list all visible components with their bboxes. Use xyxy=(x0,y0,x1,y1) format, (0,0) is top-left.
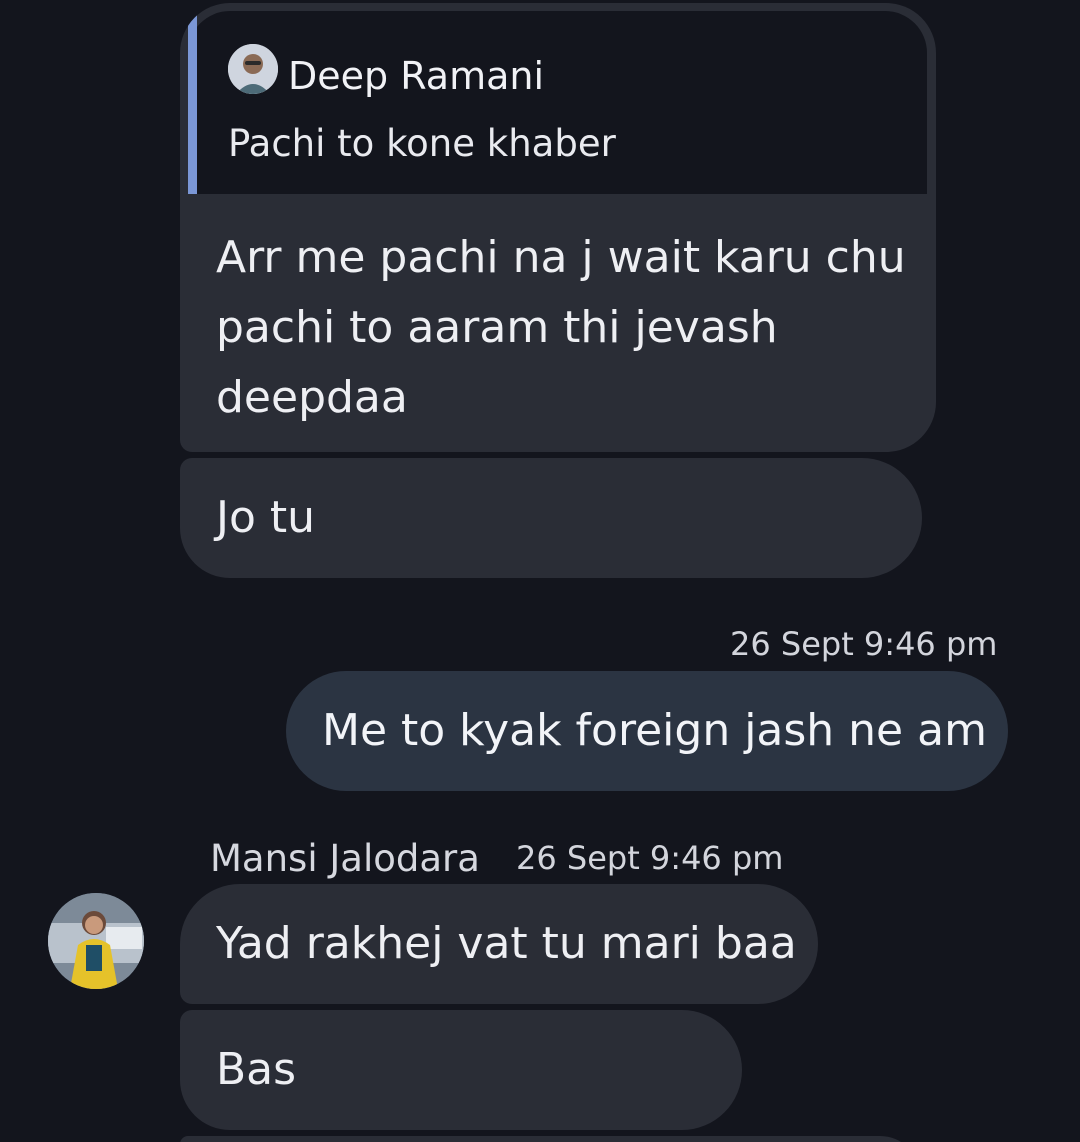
quote-accent-bar xyxy=(188,13,197,194)
message-text: Me to kyak foreign jash ne am xyxy=(322,705,987,756)
outgoing-message-bubble[interactable]: Me to kyak foreign jash ne am xyxy=(286,671,1008,791)
message-bubble-reply[interactable]: Deep Ramani Pachi to kone khaber Arr me … xyxy=(180,3,936,452)
quoted-message[interactable]: Deep Ramani Pachi to kone khaber xyxy=(188,11,927,194)
message-text: Bas xyxy=(216,1044,297,1095)
quoted-text: Pachi to kone khaber xyxy=(228,122,616,165)
message-timestamp: 26 Sept 9:46 pm xyxy=(516,839,784,877)
user-avatar-icon[interactable] xyxy=(48,893,144,989)
message-bubble[interactable]: Yad rakhej vat tu mari baa xyxy=(180,884,818,1004)
sender-name: Mansi Jalodara xyxy=(210,837,480,880)
user-avatar-icon xyxy=(228,44,278,94)
message-timestamp: 26 Sept 9:46 pm xyxy=(730,625,998,663)
message-bubble-partial[interactable] xyxy=(180,1136,920,1142)
message-bubble[interactable]: Bas xyxy=(180,1010,742,1130)
quoted-author: Deep Ramani xyxy=(288,54,545,98)
message-text: Jo tu xyxy=(216,492,316,543)
message-text: Yad rakhej vat tu mari baa xyxy=(216,918,797,969)
message-bubble[interactable]: Jo tu xyxy=(180,458,922,578)
message-text: Arr me pachi na j wait karu chu pachi to… xyxy=(216,232,906,423)
chat-thread: Deep Ramani Pachi to kone khaber Arr me … xyxy=(0,0,1080,1142)
